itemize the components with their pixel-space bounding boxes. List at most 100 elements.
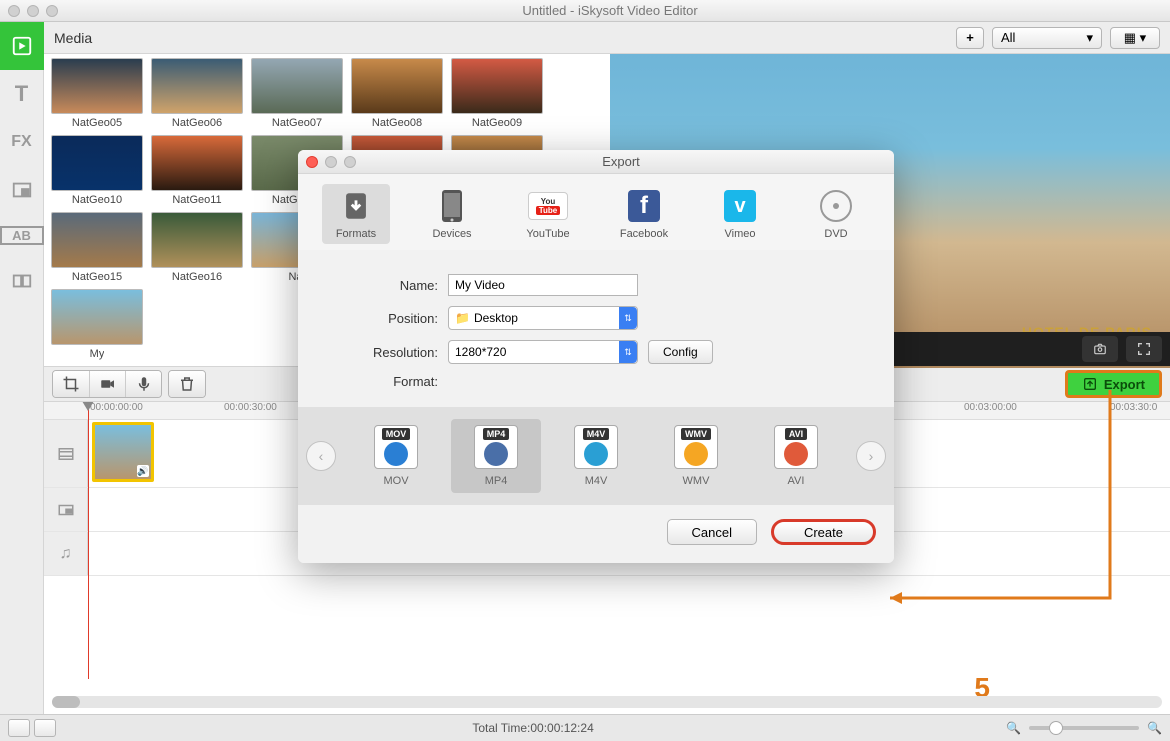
view-mode-dropdown[interactable]: ▦ ▾ bbox=[1110, 27, 1160, 49]
cancel-button[interactable]: Cancel bbox=[667, 519, 757, 545]
format-option-mp4[interactable]: MP4MP4 bbox=[451, 419, 541, 493]
position-select[interactable]: 📁 Desktop ⇅ bbox=[448, 306, 638, 330]
transitions-tab[interactable] bbox=[0, 257, 44, 305]
delete-button[interactable] bbox=[169, 371, 205, 397]
format-picker: ‹ MOVMOVMP4MP4M4VM4VWMVWMV AVI AVI › bbox=[298, 407, 894, 505]
thumbnail-image bbox=[151, 135, 243, 191]
format-option-wmv[interactable]: WMVWMV bbox=[651, 419, 741, 493]
dialog-title: Export bbox=[356, 154, 886, 169]
format-option-m4v[interactable]: M4VM4V bbox=[551, 419, 641, 493]
snapshot-button[interactable] bbox=[1082, 336, 1118, 362]
vimeo-icon: v bbox=[720, 188, 760, 224]
crop-button[interactable] bbox=[53, 371, 89, 397]
fullscreen-button[interactable] bbox=[1126, 336, 1162, 362]
media-thumbnail[interactable]: NatGeo15 bbox=[48, 212, 146, 285]
media-thumbnail[interactable]: NatGeo11 bbox=[148, 135, 246, 208]
media-thumbnail[interactable]: NatGeo16 bbox=[148, 212, 246, 285]
format-next-button[interactable]: › bbox=[856, 441, 886, 471]
thumbnail-caption: NatGeo15 bbox=[72, 271, 122, 285]
tab-label: YouTube bbox=[526, 228, 569, 240]
ruler-tick: 00:00:00:00 bbox=[90, 402, 143, 413]
minimize-window-icon[interactable] bbox=[27, 5, 39, 17]
add-media-button[interactable]: + bbox=[956, 27, 984, 49]
resolution-select[interactable]: 1280*720 ⇅ bbox=[448, 340, 638, 364]
thumbnail-image bbox=[51, 135, 143, 191]
position-value: Desktop bbox=[474, 311, 518, 325]
name-input[interactable] bbox=[448, 274, 638, 296]
zoom-out-icon[interactable]: 🔍 bbox=[1006, 721, 1021, 735]
media-thumbnail[interactable]: NatGeo05 bbox=[48, 58, 146, 131]
media-thumbnail[interactable]: NatGeo06 bbox=[148, 58, 246, 131]
dialog-min-icon[interactable] bbox=[325, 156, 337, 168]
format-icon: WMV bbox=[674, 425, 718, 469]
format-label: Format: bbox=[328, 374, 438, 389]
format-option-mov[interactable]: MOVMOV bbox=[351, 419, 441, 493]
export-button-label: Export bbox=[1104, 377, 1145, 392]
dialog-titlebar: Export bbox=[298, 150, 894, 174]
thumbnail-image bbox=[151, 212, 243, 268]
position-label: Position: bbox=[328, 311, 438, 326]
dialog-actions: Cancel Create bbox=[298, 505, 894, 563]
tab-youtube[interactable]: YouTube YouTube bbox=[514, 184, 582, 244]
media-thumbnail[interactable]: NatGeo09 bbox=[448, 58, 546, 131]
media-thumbnail[interactable]: NatGeo08 bbox=[348, 58, 446, 131]
window-titlebar: Untitled - iSkysoft Video Editor bbox=[0, 0, 1170, 22]
export-icon bbox=[1082, 376, 1098, 392]
record-video-button[interactable] bbox=[89, 371, 125, 397]
format-option-avi[interactable]: AVI AVI bbox=[751, 419, 841, 493]
status-btn-1[interactable] bbox=[8, 719, 30, 737]
thumbnail-image bbox=[351, 58, 443, 114]
thumbnail-caption: NatGeo11 bbox=[172, 194, 221, 208]
tab-formats[interactable]: Formats bbox=[322, 184, 390, 244]
filter-dropdown-label: All bbox=[1001, 30, 1015, 45]
config-button[interactable]: Config bbox=[648, 340, 713, 364]
chevron-updown-icon: ⇅ bbox=[619, 307, 637, 329]
traffic-lights[interactable] bbox=[8, 5, 58, 17]
filter-dropdown[interactable]: All▾ bbox=[992, 27, 1102, 49]
zoom-in-icon[interactable]: 🔍 bbox=[1147, 721, 1162, 735]
media-thumbnail[interactable]: NatGeo07 bbox=[248, 58, 346, 131]
export-dialog: Export Formats Devices YouTube YouTube f… bbox=[298, 150, 894, 563]
effects-tab[interactable]: FX bbox=[0, 118, 44, 166]
format-label: AVI bbox=[788, 475, 805, 487]
format-icon: M4V bbox=[574, 425, 618, 469]
pip-tab[interactable] bbox=[0, 166, 44, 214]
zoom-slider[interactable] bbox=[1029, 726, 1139, 730]
media-thumbnail[interactable]: NatGeo10 bbox=[48, 135, 146, 208]
media-tab[interactable] bbox=[0, 22, 44, 70]
record-audio-button[interactable] bbox=[125, 371, 161, 397]
chevron-updown-icon: ⇅ bbox=[619, 341, 637, 363]
thumbnail-caption: NatGeo09 bbox=[472, 117, 522, 131]
tab-dvd[interactable]: DVD bbox=[802, 184, 870, 244]
timeline-clip[interactable]: 🔊 bbox=[92, 422, 154, 482]
zoom-window-icon[interactable] bbox=[46, 5, 58, 17]
name-label: Name: bbox=[328, 278, 438, 293]
format-prev-button[interactable]: ‹ bbox=[306, 441, 336, 471]
left-tool-strip: T FX AB bbox=[0, 22, 44, 714]
thumbnail-caption: NatGeo06 bbox=[172, 117, 222, 131]
media-label: Media bbox=[54, 30, 948, 46]
status-bar: Total Time:00:00:12:24 🔍 🔍 bbox=[0, 714, 1170, 741]
close-window-icon[interactable] bbox=[8, 5, 20, 17]
media-thumbnail[interactable]: My bbox=[48, 289, 146, 362]
ruler-tick: 00:00:30:00 bbox=[224, 402, 277, 413]
format-icon: AVI bbox=[774, 425, 818, 469]
formats-icon bbox=[336, 188, 376, 224]
dialog-close-icon[interactable] bbox=[306, 156, 318, 168]
export-button[interactable]: Export bbox=[1065, 370, 1162, 398]
status-btn-2[interactable] bbox=[34, 719, 56, 737]
format-label: MOV bbox=[383, 475, 408, 487]
captions-tab[interactable]: AB bbox=[0, 226, 44, 245]
dialog-zoom-icon[interactable] bbox=[344, 156, 356, 168]
timeline-scrollbar[interactable] bbox=[52, 696, 1162, 708]
thumbnail-image bbox=[451, 58, 543, 114]
tab-label: Facebook bbox=[620, 228, 668, 240]
thumbnail-image bbox=[51, 212, 143, 268]
create-button[interactable]: Create bbox=[771, 519, 876, 545]
thumbnail-image bbox=[51, 58, 143, 114]
tab-vimeo[interactable]: v Vimeo bbox=[706, 184, 774, 244]
tab-facebook[interactable]: f Facebook bbox=[610, 184, 678, 244]
thumbnail-caption: NatGeo07 bbox=[272, 117, 322, 131]
text-tab[interactable]: T bbox=[0, 70, 44, 118]
tab-devices[interactable]: Devices bbox=[418, 184, 486, 244]
